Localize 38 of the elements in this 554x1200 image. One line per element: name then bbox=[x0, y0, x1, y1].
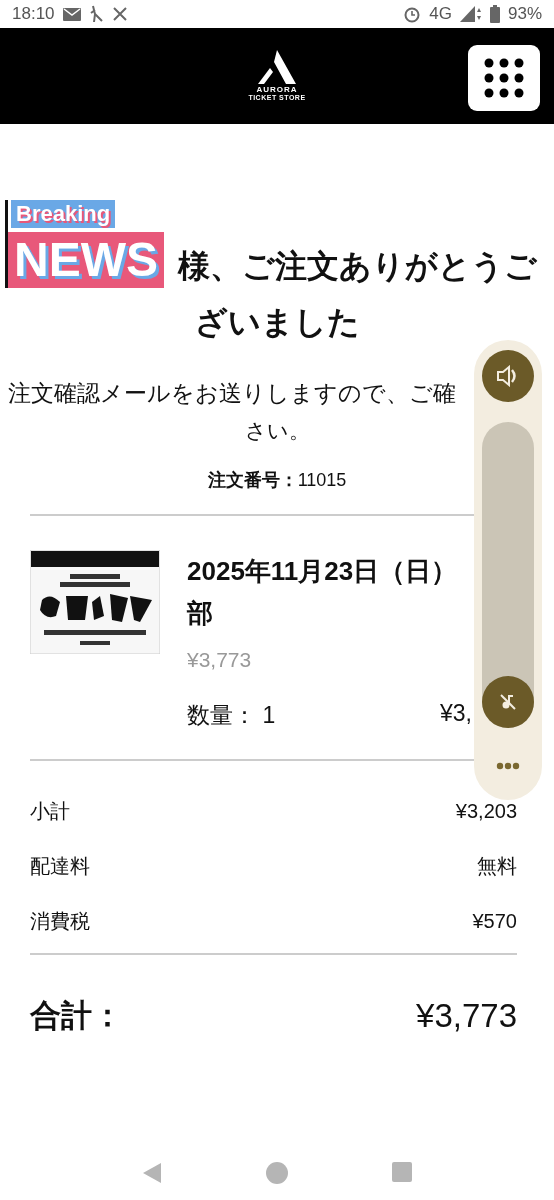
volume-button[interactable] bbox=[482, 350, 534, 402]
logo-icon bbox=[258, 49, 296, 84]
heading: 様、ご注文ありがとうご bbox=[178, 247, 537, 286]
summary-value: ¥570 bbox=[472, 909, 517, 934]
line-total: ¥3, bbox=[440, 700, 472, 728]
battery-icon bbox=[489, 5, 500, 23]
summary-value: 無料 bbox=[477, 854, 517, 879]
status-time: 18:10 bbox=[12, 4, 55, 24]
summary-label: 消費税 bbox=[30, 909, 90, 934]
total-value: ¥3,773 bbox=[416, 997, 517, 1035]
sticker-text: Breaking bbox=[11, 200, 116, 228]
battery-percent: 93% bbox=[507, 4, 542, 24]
quantity-label: 数量： 1 bbox=[187, 701, 276, 730]
logo-name: AURORA bbox=[256, 85, 298, 94]
event-title: 2025年11月23日（日） bbox=[187, 555, 459, 588]
sticker-text: NEWS bbox=[8, 232, 164, 288]
x-icon bbox=[112, 7, 127, 21]
menu-button[interactable] bbox=[468, 45, 540, 111]
summary-value: ¥3,203 bbox=[455, 799, 517, 824]
summary-label: 配達料 bbox=[30, 854, 90, 879]
confirmation-message: 注文確認メールをお送りしますので、ご確 bbox=[8, 379, 456, 408]
muted-icon bbox=[498, 692, 518, 712]
unit-price: ¥3,773 bbox=[187, 648, 253, 672]
heading: ざいました bbox=[193, 303, 361, 342]
total-label: 合計： bbox=[30, 997, 123, 1035]
figure-icon bbox=[88, 5, 105, 23]
confirmation-message: さい。 bbox=[243, 418, 311, 444]
volume-track[interactable] bbox=[482, 422, 534, 728]
mail-icon bbox=[62, 7, 81, 21]
alarm-icon bbox=[403, 5, 422, 23]
more-icon bbox=[496, 762, 520, 770]
volume-thumb[interactable] bbox=[482, 676, 534, 728]
event-title: 部 bbox=[187, 597, 214, 630]
summary-label: 小計 bbox=[30, 799, 70, 824]
signal-icon bbox=[459, 6, 482, 22]
order-number: 注文番号：11015 bbox=[206, 469, 348, 492]
network-label: 4G bbox=[429, 4, 452, 24]
menu-icon bbox=[484, 58, 524, 98]
